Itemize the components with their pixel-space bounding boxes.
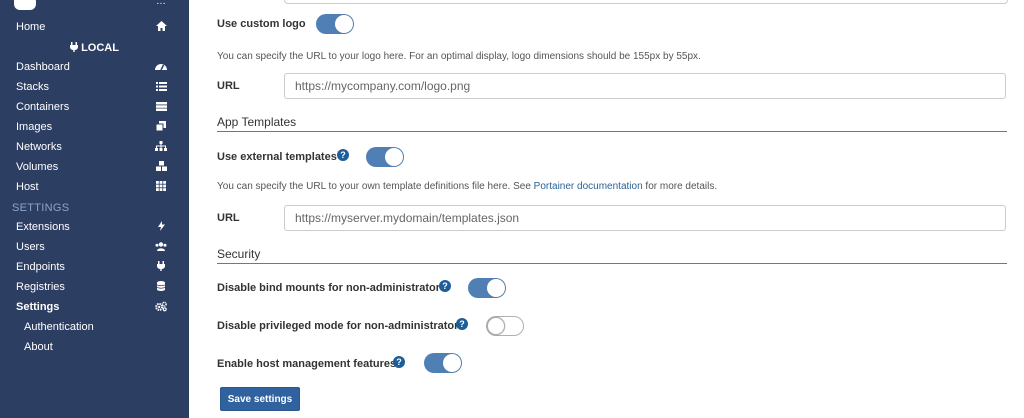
security-section-title: Security: [217, 247, 261, 261]
toggle-knob: [385, 148, 403, 166]
help-icon[interactable]: ?: [456, 318, 468, 330]
menu-toggle-icon[interactable]: …: [156, 0, 166, 7]
server-icon: [155, 100, 167, 112]
logo-help-text: You can specify the URL to your logo her…: [217, 51, 701, 62]
sidebar-item-label: Home: [16, 21, 46, 33]
portainer-documentation-link[interactable]: Portainer documentation: [534, 181, 643, 192]
templates-url-label: URL: [217, 212, 240, 224]
bolt-icon: [155, 220, 167, 232]
disable-bind-mounts-toggle[interactable]: [468, 278, 506, 298]
templates-help-prefix: You can specify the URL to your own temp…: [217, 181, 531, 192]
sidebar-item-users[interactable]: Users: [0, 237, 189, 257]
endpoint-name: LOCAL: [81, 42, 119, 54]
previous-field-edge: [284, 0, 1008, 4]
use-external-templates-label: Use external templates: [217, 151, 337, 163]
sidebar-item-stacks[interactable]: Stacks: [0, 77, 189, 97]
sidebar-item-extensions[interactable]: Extensions: [0, 217, 189, 237]
sidebar-item-label: Settings: [16, 301, 60, 313]
sidebar-item-label: Authentication: [24, 321, 94, 333]
logo-url-label: URL: [217, 80, 240, 92]
plug-icon: [70, 42, 79, 52]
settings-section-header: SETTINGS: [12, 202, 70, 214]
sidebar-item-networks[interactable]: Networks: [0, 137, 189, 157]
section-divider: [217, 263, 1007, 264]
templates-url-input[interactable]: [284, 205, 1006, 231]
clone-icon: [155, 120, 167, 132]
disable-bind-mounts-label: Disable bind mounts for non-administrato…: [217, 282, 447, 294]
list-icon: [155, 80, 167, 92]
help-icon[interactable]: ?: [393, 356, 405, 368]
plug-icon: [155, 260, 167, 272]
sidebar-item-containers[interactable]: Containers: [0, 97, 189, 117]
toggle-knob: [487, 317, 505, 335]
sidebar-item-endpoints[interactable]: Endpoints: [0, 257, 189, 277]
sidebar-item-label: Volumes: [16, 161, 59, 173]
sidebar-item-authentication[interactable]: Authentication: [0, 317, 189, 337]
help-icon[interactable]: ?: [439, 280, 451, 292]
logo-url-input[interactable]: [284, 73, 1006, 99]
sidebar-item-images[interactable]: Images: [0, 117, 189, 137]
cogs-icon: [155, 300, 167, 312]
sidebar-item-label: Dashboard: [16, 61, 70, 73]
sidebar-item-settings[interactable]: Settings: [0, 297, 189, 317]
section-divider: [217, 131, 1007, 132]
use-external-templates-toggle[interactable]: [366, 147, 404, 167]
sidebar-item-about[interactable]: About: [0, 337, 189, 357]
database-icon: [155, 280, 167, 292]
templates-help-text: You can specify the URL to your own temp…: [217, 181, 717, 192]
templates-help-suffix: for more details.: [645, 181, 718, 192]
toggle-knob: [443, 354, 461, 372]
sidebar-item-home[interactable]: Home: [0, 17, 189, 37]
sidebar-item-label: Endpoints: [16, 261, 65, 273]
toggle-knob: [487, 279, 505, 297]
enable-host-management-toggle[interactable]: [424, 353, 462, 373]
th-icon: [155, 180, 167, 192]
help-icon[interactable]: ?: [337, 149, 349, 161]
sidebar-item-label: Extensions: [16, 221, 70, 233]
sidebar-item-label: Registries: [16, 281, 65, 293]
disable-privileged-mode-label: Disable privileged mode for non-administ…: [217, 320, 465, 332]
sidebar-item-label: About: [24, 341, 53, 353]
sidebar-item-label: Containers: [16, 101, 70, 113]
app-templates-section-title: App Templates: [217, 115, 297, 129]
tachometer-icon: [155, 60, 167, 72]
sidebar-item-host[interactable]: Host: [0, 177, 189, 197]
sidebar-item-registries[interactable]: Registries: [0, 277, 189, 297]
portainer-logo: [14, 0, 36, 10]
disable-privileged-mode-toggle[interactable]: [486, 316, 524, 336]
use-custom-logo-toggle[interactable]: [316, 14, 354, 34]
sitemap-icon: [155, 140, 167, 152]
toggle-knob: [335, 15, 353, 33]
sidebar-item-dashboard[interactable]: Dashboard: [0, 57, 189, 77]
sidebar-item-label: Users: [16, 241, 45, 253]
sidebar: … Home LOCAL Dashboard Stacks Containers…: [0, 0, 189, 418]
enable-host-management-label: Enable host management features: [217, 358, 397, 370]
cubes-icon: [155, 160, 167, 172]
users-icon: [155, 240, 167, 252]
home-icon: [155, 20, 167, 32]
sidebar-item-label: Stacks: [16, 81, 50, 93]
sidebar-item-label: Images: [16, 121, 53, 133]
save-settings-button[interactable]: Save settings: [220, 387, 300, 411]
sidebar-item-label: Host: [16, 181, 39, 193]
sidebar-item-volumes[interactable]: Volumes: [0, 157, 189, 177]
sidebar-item-label: Networks: [16, 141, 62, 153]
settings-panel: Use custom logo You can specify the URL …: [189, 0, 1024, 418]
endpoint-local-label: LOCAL: [0, 42, 189, 54]
use-custom-logo-label: Use custom logo: [217, 18, 306, 30]
